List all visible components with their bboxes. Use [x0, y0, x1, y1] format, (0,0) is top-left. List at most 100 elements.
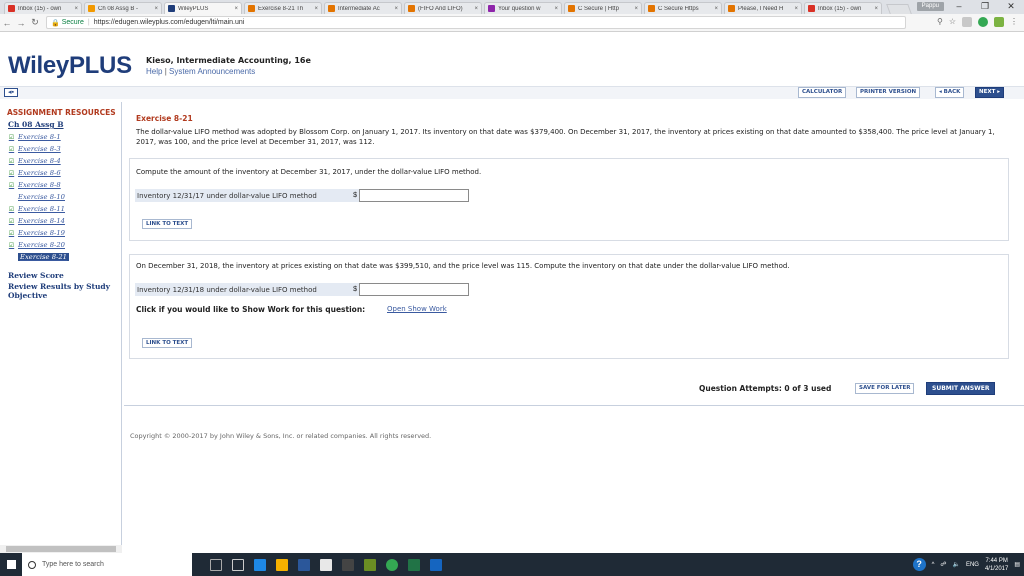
tab-close-icon[interactable]: ×: [794, 6, 798, 12]
back-button[interactable]: ◂ BACK: [935, 87, 965, 98]
tab-favicon-icon: [408, 5, 415, 12]
browser-tab[interactable]: (FIFO And LIFO) ×: [404, 2, 482, 14]
system-announcements-link[interactable]: System Announcements: [169, 67, 255, 76]
sidebar-exercise-item[interactable]: Exercise 8-21: [8, 251, 118, 263]
wileyplus-logo: WileyPLUS: [8, 52, 132, 79]
language-indicator[interactable]: ENG: [966, 562, 979, 568]
completed-check-icon: ☑: [8, 133, 15, 141]
browser-tab[interactable]: Ch 08 Assg B - ×: [84, 2, 162, 14]
reload-icon[interactable]: ↻: [28, 17, 42, 28]
tray-chevron-icon[interactable]: ^: [932, 562, 935, 568]
browser-tab[interactable]: Inbox (15) - own ×: [4, 2, 82, 14]
extension-icon[interactable]: [994, 17, 1004, 27]
sidebar-exercise-item[interactable]: ☑ Exercise 8-19: [8, 227, 118, 239]
excel-icon[interactable]: [408, 558, 420, 571]
system-tray: ? ^ ☍ 🔈 ENG 7:44 PM 4/1/2017 ▤: [912, 553, 1020, 576]
tab-close-icon[interactable]: ×: [394, 6, 398, 12]
taskbar-clock[interactable]: 7:44 PM 4/1/2017: [985, 557, 1008, 573]
amazon-icon[interactable]: [342, 558, 354, 571]
tab-title: Exercise 8-21 Th: [258, 5, 304, 12]
part2-link-to-text-button[interactable]: LINK TO TEXT: [142, 338, 193, 348]
profile-button[interactable]: Pappu: [916, 2, 944, 11]
edge-icon[interactable]: [254, 558, 266, 571]
tab-close-icon[interactable]: ×: [314, 6, 318, 12]
submit-answer-button[interactable]: SUBMIT ANSWER: [926, 382, 996, 395]
part2-answer-input[interactable]: [359, 283, 469, 296]
exercise-list: ☑ Exercise 8-1 ☑ Exercise 8-3 ☑ Exercise 8-4 ☑…: [8, 131, 118, 263]
part1-answer-input[interactable]: [359, 189, 469, 202]
extension-icon[interactable]: [978, 17, 988, 27]
tab-close-icon[interactable]: ×: [874, 6, 878, 12]
close-icon[interactable]: ✕: [998, 0, 1024, 14]
help-icon[interactable]: ?: [912, 558, 926, 571]
maximize-icon[interactable]: ❐: [972, 0, 998, 14]
chrome-icon[interactable]: [386, 558, 398, 571]
microphone-icon[interactable]: [210, 558, 222, 571]
browser-tab[interactable]: C Secure | Http ×: [564, 2, 642, 14]
app-icon[interactable]: [364, 558, 376, 571]
volume-icon[interactable]: 🔈: [952, 561, 959, 568]
review-score-link[interactable]: Review Score: [8, 271, 64, 280]
sidebar-exercise-item[interactable]: ☑ Exercise 8-4: [8, 155, 118, 167]
completed-check-icon: ☑: [8, 241, 15, 249]
sidebar-exercise-item[interactable]: ☑ Exercise 8-14: [8, 215, 118, 227]
secure-label: Secure: [61, 19, 84, 26]
minimize-icon[interactable]: –: [946, 0, 972, 14]
notifications-icon[interactable]: ▤: [1014, 561, 1020, 568]
browser-tab[interactable]: Your question w ×: [484, 2, 562, 14]
collapse-sidebar-button[interactable]: ◂▪: [4, 88, 18, 97]
browser-tab[interactable]: Please, I Need H ×: [724, 2, 802, 14]
new-tab-button[interactable]: [886, 4, 912, 14]
sidebar-exercise-item[interactable]: ☑ Exercise 8-11: [8, 203, 118, 215]
sidebar-exercise-item[interactable]: ☑ Exercise 8-8: [8, 179, 118, 191]
sidebar-exercise-item[interactable]: ☑ Exercise 8-3: [8, 143, 118, 155]
horizontal-scrollbar[interactable]: [0, 545, 122, 553]
sidebar-exercise-item[interactable]: Exercise 8-10: [8, 191, 118, 203]
next-button[interactable]: NEXT ▸: [975, 87, 1005, 98]
tab-close-icon[interactable]: ×: [714, 6, 718, 12]
url-input[interactable]: 🔒 Secure | https://edugen.wileyplus.com/…: [46, 16, 906, 29]
tab-close-icon[interactable]: ×: [154, 6, 158, 12]
printer-version-button[interactable]: PRINTER VERSION: [856, 87, 921, 98]
sidebar-exercise-item[interactable]: ☑ Exercise 8-1: [8, 131, 118, 143]
sidebar-exercise-item[interactable]: ☑ Exercise 8-20: [8, 239, 118, 251]
review-results-link[interactable]: Review Results by Study Objective: [8, 282, 110, 300]
tab-close-icon[interactable]: ×: [74, 6, 78, 12]
browser-tab[interactable]: WileyPLUS ×: [164, 2, 242, 14]
sidebar-exercise-item[interactable]: ☑ Exercise 8-6: [8, 167, 118, 179]
taskbar-search-input[interactable]: Type here to search: [22, 553, 192, 576]
browser-tab[interactable]: C Secure Https ×: [644, 2, 722, 14]
part1-link-to-text-button[interactable]: LINK TO TEXT: [142, 219, 193, 229]
browser-tab[interactable]: Exercise 8-21 Th ×: [244, 2, 322, 14]
browser-tab[interactable]: Inbox (15) - own ×: [804, 2, 882, 14]
zoom-icon[interactable]: ⚲: [937, 17, 943, 27]
menu-dots-icon[interactable]: ⋮: [1010, 17, 1018, 27]
network-icon[interactable]: ☍: [940, 561, 946, 568]
pdf-reader-icon[interactable]: [430, 558, 442, 571]
bookmark-star-icon[interactable]: ☆: [949, 17, 956, 27]
exercise-title: Exercise 8-21: [136, 114, 193, 123]
save-for-later-button[interactable]: SAVE FOR LATER: [855, 383, 915, 394]
store-icon[interactable]: [320, 558, 332, 571]
forward-arrow-icon[interactable]: →: [14, 18, 28, 28]
word-icon[interactable]: [298, 558, 310, 571]
calculator-button[interactable]: CALCULATOR: [798, 87, 847, 98]
tab-close-icon[interactable]: ×: [634, 6, 638, 12]
windows-start-icon[interactable]: [0, 553, 22, 576]
tab-title: Please, I Need H: [738, 5, 784, 12]
sidebar-exercise-label: Exercise 8-3: [18, 145, 61, 153]
tab-close-icon[interactable]: ×: [234, 6, 238, 12]
tab-close-icon[interactable]: ×: [554, 6, 558, 12]
extension-icon[interactable]: [962, 17, 972, 27]
sidebar-exercise-label: Exercise 8-19: [18, 229, 65, 237]
task-view-icon[interactable]: [232, 558, 244, 571]
file-explorer-icon[interactable]: [276, 558, 288, 571]
url-separator: |: [87, 19, 90, 26]
assignment-link[interactable]: Ch 08 Assg B: [8, 120, 64, 129]
browser-tab[interactable]: Intermediate Ac ×: [324, 2, 402, 14]
open-show-work-link[interactable]: Open Show Work: [387, 305, 447, 313]
back-arrow-icon[interactable]: ←: [0, 18, 14, 28]
tab-close-icon[interactable]: ×: [474, 6, 478, 12]
help-link[interactable]: Help: [146, 67, 162, 76]
scrollbar-thumb[interactable]: [6, 546, 116, 552]
